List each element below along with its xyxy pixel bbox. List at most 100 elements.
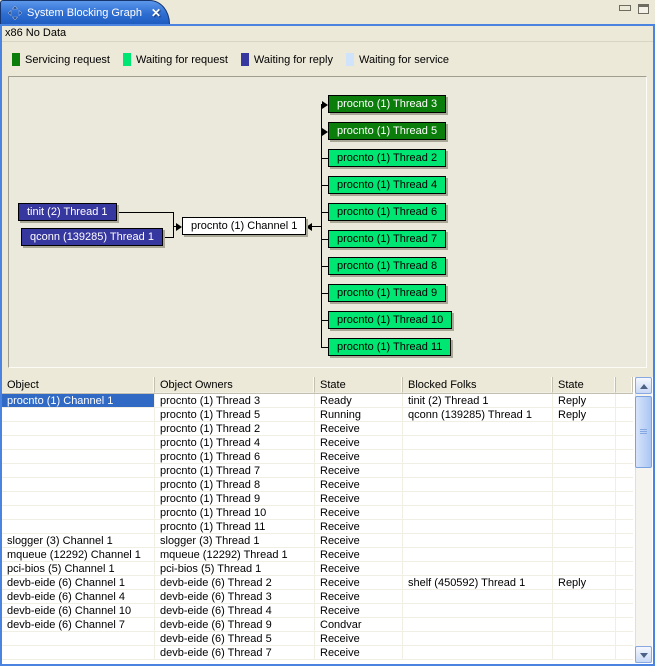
table-row[interactable]: mqueue (12292) Channel 1mqueue (12292) T… <box>2 548 633 562</box>
table-cell[interactable] <box>403 646 553 660</box>
table-cell[interactable]: mqueue (12292) Thread 1 <box>155 548 315 562</box>
selected-cell[interactable]: procnto (1) Channel 1 <box>2 394 155 408</box>
table-row[interactable]: procnto (1) Thread 4Receive <box>2 436 633 450</box>
table-cell[interactable]: devb-eide (6) Thread 7 <box>155 646 315 660</box>
table-row[interactable]: procnto (1) Thread 6Receive <box>2 450 633 464</box>
table-row[interactable]: devb-eide (6) Channel 1devb-eide (6) Thr… <box>2 576 633 590</box>
scroll-down-button[interactable] <box>635 646 652 663</box>
table-cell[interactable]: Receive <box>315 548 403 562</box>
table-cell[interactable] <box>553 562 616 576</box>
table-row[interactable]: procnto (1) Thread 9Receive <box>2 492 633 506</box>
graph-node-client[interactable]: tinit (2) Thread 1 <box>18 203 117 221</box>
table-cell[interactable] <box>403 450 553 464</box>
column-header-object[interactable]: Object <box>2 377 155 393</box>
table-cell[interactable]: Ready <box>315 394 403 408</box>
table-cell[interactable] <box>2 408 155 422</box>
table-cell[interactable]: Receive <box>315 534 403 548</box>
table-row[interactable]: procnto (1) Thread 8Receive <box>2 478 633 492</box>
graph-node-thread[interactable]: procnto (1) Thread 2 <box>328 149 446 167</box>
table-cell[interactable] <box>403 464 553 478</box>
table-row[interactable]: procnto (1) Thread 11Receive <box>2 520 633 534</box>
table-cell[interactable] <box>2 478 155 492</box>
table-row[interactable]: pci-bios (5) Channel 1pci-bios (5) Threa… <box>2 562 633 576</box>
table-cell[interactable]: procnto (1) Thread 2 <box>155 422 315 436</box>
graph-node-thread[interactable]: procnto (1) Thread 10 <box>328 311 452 329</box>
table-cell[interactable]: Reply <box>553 576 616 590</box>
table-row[interactable]: procnto (1) Thread 5Runningqconn (139285… <box>2 408 633 422</box>
table-cell[interactable] <box>553 548 616 562</box>
table-cell[interactable]: Receive <box>315 422 403 436</box>
table-cell[interactable] <box>403 520 553 534</box>
table-cell[interactable]: devb-eide (6) Thread 2 <box>155 576 315 590</box>
table-cell[interactable] <box>2 506 155 520</box>
table-cell[interactable] <box>2 492 155 506</box>
table-cell[interactable]: procnto (1) Thread 3 <box>155 394 315 408</box>
table-cell[interactable]: Receive <box>315 450 403 464</box>
table-cell[interactable]: Receive <box>315 604 403 618</box>
table-cell[interactable]: procnto (1) Thread 9 <box>155 492 315 506</box>
table-cell[interactable]: Receive <box>315 464 403 478</box>
table-vertical-scrollbar[interactable] <box>635 377 652 663</box>
table-cell[interactable] <box>553 464 616 478</box>
table-row[interactable]: procnto (1) Channel 1procnto (1) Thread … <box>2 394 633 408</box>
table-cell[interactable] <box>553 534 616 548</box>
table-cell[interactable]: devb-eide (6) Thread 3 <box>155 590 315 604</box>
scroll-thumb[interactable] <box>635 396 652 468</box>
table-cell[interactable]: devb-eide (6) Thread 4 <box>155 604 315 618</box>
table-cell[interactable]: slogger (3) Channel 1 <box>2 534 155 548</box>
table-cell[interactable] <box>403 534 553 548</box>
table-cell[interactable]: devb-eide (6) Thread 5 <box>155 632 315 646</box>
table-cell[interactable]: devb-eide (6) Channel 10 <box>2 604 155 618</box>
table-cell[interactable] <box>553 422 616 436</box>
table-cell[interactable]: qconn (139285) Thread 1 <box>403 408 553 422</box>
graph-node-thread[interactable]: procnto (1) Thread 6 <box>328 203 446 221</box>
table-cell[interactable]: Receive <box>315 492 403 506</box>
table-cell[interactable] <box>403 618 553 632</box>
table-cell[interactable]: procnto (1) Thread 7 <box>155 464 315 478</box>
table-cell[interactable]: mqueue (12292) Channel 1 <box>2 548 155 562</box>
table-cell[interactable] <box>2 646 155 660</box>
table-cell[interactable]: tinit (2) Thread 1 <box>403 394 553 408</box>
table-cell[interactable] <box>2 450 155 464</box>
table-cell[interactable] <box>403 562 553 576</box>
table-cell[interactable] <box>403 478 553 492</box>
graph-node-thread[interactable]: procnto (1) Thread 9 <box>328 284 446 302</box>
column-header-state-2[interactable]: State <box>553 377 616 393</box>
table-cell[interactable] <box>403 548 553 562</box>
table-cell[interactable] <box>403 590 553 604</box>
graph-node-thread[interactable]: procnto (1) Thread 7 <box>328 230 446 248</box>
table-cell[interactable]: devb-eide (6) Thread 9 <box>155 618 315 632</box>
table-cell[interactable] <box>403 632 553 646</box>
table-cell[interactable] <box>553 604 616 618</box>
table-cell[interactable] <box>553 590 616 604</box>
table-cell[interactable] <box>553 450 616 464</box>
tab-close-icon[interactable]: ✕ <box>151 6 161 20</box>
table-cell[interactable]: devb-eide (6) Channel 7 <box>2 618 155 632</box>
table-cell[interactable]: slogger (3) Thread 1 <box>155 534 315 548</box>
maximize-icon[interactable] <box>638 4 649 14</box>
graph-node-channel[interactable]: procnto (1) Channel 1 <box>182 217 306 235</box>
splitter-sash[interactable] <box>2 369 653 377</box>
table-row[interactable]: devb-eide (6) Channel 10devb-eide (6) Th… <box>2 604 633 618</box>
scroll-up-button[interactable] <box>635 377 652 394</box>
table-cell[interactable]: procnto (1) Thread 6 <box>155 450 315 464</box>
tab-system-blocking-graph[interactable]: System Blocking Graph ✕ <box>0 0 170 24</box>
table-cell[interactable] <box>553 492 616 506</box>
table-cell[interactable] <box>403 492 553 506</box>
table-row[interactable]: procnto (1) Thread 2Receive <box>2 422 633 436</box>
column-header-blocked-folks[interactable]: Blocked Folks <box>403 377 553 393</box>
table-cell[interactable]: Receive <box>315 590 403 604</box>
table-cell[interactable]: Reply <box>553 394 616 408</box>
table-cell[interactable]: Receive <box>315 520 403 534</box>
table-row[interactable]: procnto (1) Thread 7Receive <box>2 464 633 478</box>
table-cell[interactable]: Receive <box>315 646 403 660</box>
table-cell[interactable] <box>2 436 155 450</box>
table-cell[interactable] <box>403 422 553 436</box>
table-cell[interactable]: Receive <box>315 436 403 450</box>
table-cell[interactable]: Receive <box>315 478 403 492</box>
column-header-state[interactable]: State <box>315 377 403 393</box>
column-header-object-owners[interactable]: Object Owners <box>155 377 315 393</box>
table-cell[interactable]: devb-eide (6) Channel 4 <box>2 590 155 604</box>
table-cell[interactable]: Receive <box>315 632 403 646</box>
graph-node-thread[interactable]: procnto (1) Thread 8 <box>328 257 446 275</box>
